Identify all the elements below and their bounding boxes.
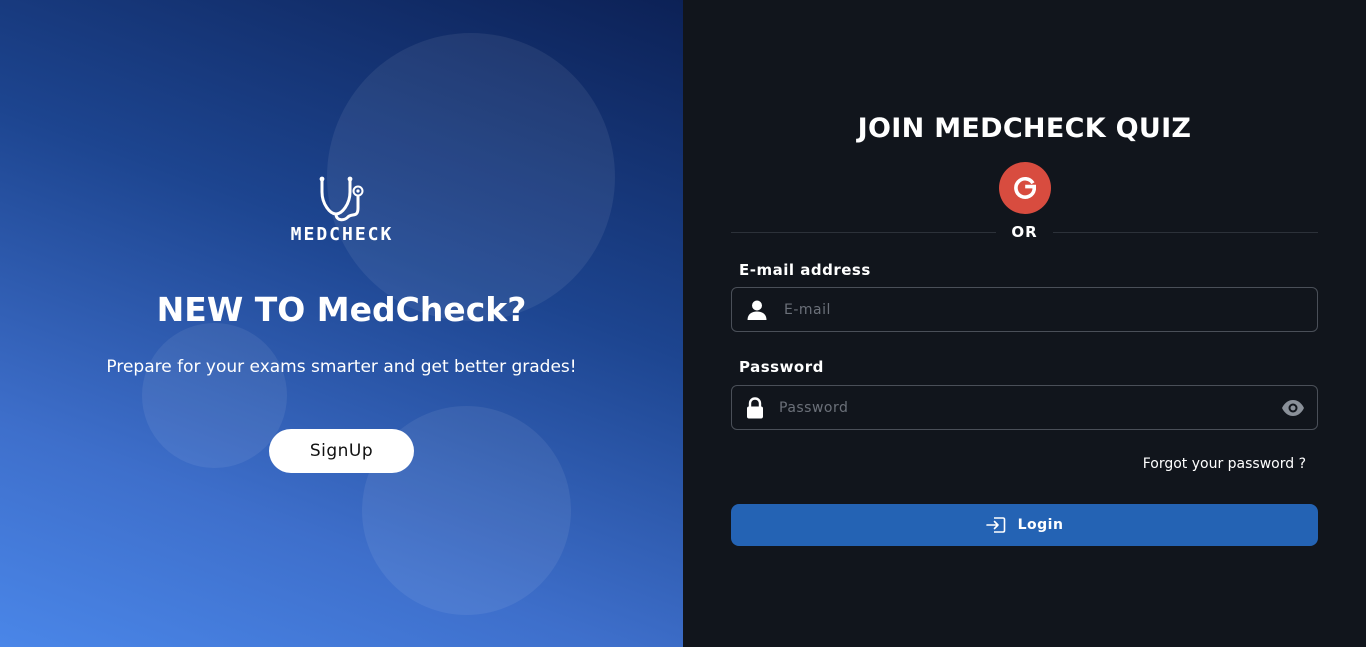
login-panel: JOIN MEDCHECK QUIZ OR E-mail address Pas… [683, 0, 1366, 647]
login-button[interactable]: Login [731, 504, 1318, 546]
signup-button[interactable]: SignUp [269, 429, 414, 473]
divider-line [1053, 232, 1318, 233]
password-label: Password [739, 358, 824, 376]
brand-name: MEDCHECK [290, 224, 394, 245]
hero-headline: NEW TO MedCheck? [156, 290, 527, 329]
form-title: JOIN MEDCHECK QUIZ [857, 113, 1192, 144]
password-field [731, 385, 1318, 430]
decorative-circle [142, 323, 287, 468]
email-label: E-mail address [739, 261, 871, 279]
google-icon [1014, 176, 1036, 199]
google-signin-button[interactable] [999, 162, 1051, 214]
divider-or: OR [1011, 223, 1038, 241]
stethoscope-icon [319, 176, 364, 222]
login-label: Login [1017, 517, 1064, 533]
eye-icon[interactable] [1281, 398, 1305, 418]
forgot-password-link[interactable]: Forgot your password ? [1143, 456, 1306, 472]
hero-tagline: Prepare for your exams smarter and get b… [106, 357, 577, 377]
sign-in-icon [985, 517, 1005, 533]
brand-logo: MEDCHECK [262, 174, 422, 245]
hero-panel: MEDCHECK NEW TO MedCheck? Prepare for yo… [0, 0, 683, 647]
email-field [731, 287, 1318, 332]
lock-icon [747, 397, 763, 419]
password-input[interactable] [779, 386, 1269, 429]
user-icon [747, 300, 767, 320]
divider-line [731, 232, 996, 233]
email-input[interactable] [784, 288, 1304, 331]
